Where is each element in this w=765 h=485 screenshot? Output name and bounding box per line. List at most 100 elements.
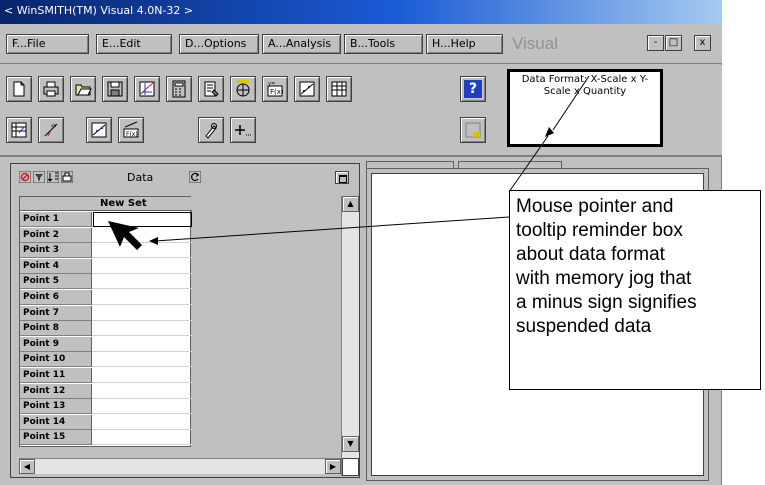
data-cell[interactable] — [93, 415, 192, 430]
svg-text:y=: y= — [268, 81, 275, 87]
table-row: Point 4 — [20, 258, 192, 274]
row-label[interactable]: Point 3 — [20, 243, 92, 259]
table-row: Point 10 — [20, 352, 192, 368]
printer-icon — [43, 81, 59, 97]
row-label[interactable]: Point 4 — [20, 258, 92, 274]
filter-icon[interactable] — [33, 171, 45, 183]
data-cell[interactable] — [93, 228, 192, 243]
data-grid: New Set Point 1 Point 2 Point 3 Point 4 Poin… — [19, 196, 192, 447]
scroll-right-arrow-icon[interactable]: ▶ — [325, 459, 341, 474]
restore-button[interactable]: □ — [665, 35, 682, 51]
row-label[interactable]: Point 12 — [20, 383, 92, 399]
data-cell[interactable] — [93, 430, 192, 445]
globe-button[interactable] — [230, 76, 256, 102]
row-label[interactable]: Point 7 — [20, 305, 92, 321]
print-button[interactable] — [38, 76, 64, 102]
note-button[interactable] — [460, 117, 486, 143]
scroll-down-arrow-icon[interactable]: ▼ — [342, 436, 359, 452]
calculator-button[interactable] — [166, 76, 192, 102]
data-cell[interactable] — [93, 274, 192, 289]
refresh-icon[interactable] — [189, 171, 201, 183]
data-cell[interactable] — [93, 368, 192, 383]
fit-button[interactable] — [294, 76, 320, 102]
new-file-button[interactable] — [6, 76, 32, 102]
function-plot-button[interactable]: F(x) — [118, 117, 144, 143]
annotation-callout: Mouse pointer and tooltip reminder box a… — [509, 190, 761, 390]
minimize-button[interactable]: - — [647, 35, 664, 51]
grid-header: New Set — [20, 197, 192, 211]
row-label[interactable]: Point 8 — [20, 321, 92, 337]
menu-analysis[interactable]: A...Analysis — [262, 34, 341, 54]
line-plot-button[interactable]: ab — [38, 117, 64, 143]
table-row: Point 12 — [20, 383, 192, 399]
data-cell[interactable] — [93, 290, 192, 305]
note-icon — [465, 122, 481, 138]
close-button[interactable]: x — [694, 35, 711, 51]
menu-bar: F...File E...Edit D...Options A...Analys… — [0, 24, 722, 64]
data-panel-toolbar: Data — [11, 164, 359, 192]
grid-data-button[interactable] — [6, 117, 32, 143]
table-row: Point 7 — [20, 305, 192, 321]
menu-help[interactable]: H...Help — [426, 34, 503, 54]
menu-options[interactable]: D...Options — [179, 34, 259, 54]
data-cell[interactable] — [93, 243, 192, 258]
row-label[interactable]: Point 11 — [20, 368, 92, 383]
row-label[interactable]: Point 9 — [20, 336, 92, 352]
table-row: Point 1 — [20, 212, 192, 227]
menu-file[interactable]: F...File — [6, 34, 89, 54]
table-button[interactable] — [326, 76, 352, 102]
help-icon: ? — [464, 80, 482, 98]
save-button[interactable] — [102, 76, 128, 102]
menu-edit[interactable]: E...Edit — [96, 34, 172, 54]
report-button[interactable] — [198, 76, 224, 102]
row-label[interactable]: Point 13 — [20, 399, 92, 415]
data-cell[interactable] — [93, 306, 192, 321]
row-label[interactable]: Point 14 — [20, 414, 92, 430]
menu-tools[interactable]: B...Tools — [344, 34, 423, 54]
row-label[interactable]: Point 1 — [20, 212, 92, 227]
data-cell[interactable] — [93, 321, 192, 336]
data-panel-maximize-button[interactable] — [335, 171, 349, 184]
help-button[interactable]: ? — [460, 76, 486, 102]
svg-text:ab: ab — [51, 123, 56, 128]
vertical-scrollbar[interactable]: ▲ ▼ — [341, 196, 359, 476]
fit-chart-icon — [299, 81, 315, 97]
plot-button[interactable] — [134, 76, 160, 102]
data-cell[interactable] — [93, 212, 192, 227]
row-label[interactable]: Point 6 — [20, 290, 92, 305]
grid-data-icon — [11, 122, 27, 138]
callout-line-2: tooltip reminder box — [516, 220, 683, 241]
title-bar[interactable]: < WinSMITH(TM) Visual 4.0N-32 > — [0, 0, 722, 24]
horizontal-scrollbar[interactable]: ◀ ▶ — [19, 458, 341, 474]
function-button[interactable]: F(x) y= — [262, 76, 288, 102]
function-plot-icon: F(x) — [123, 121, 139, 138]
column-header-new-set[interactable]: New Set — [100, 197, 147, 211]
data-cell[interactable] — [93, 399, 192, 414]
data-format-tooltip: Data Format: X-Scale x Y-Scale x Quantit… — [507, 69, 663, 147]
scroll-left-arrow-icon[interactable]: ◀ — [19, 459, 35, 474]
probe-button[interactable] — [198, 117, 224, 143]
row-label[interactable]: Point 15 — [20, 430, 92, 446]
data-cell[interactable] — [93, 337, 192, 352]
callout-line-5: a minus sign signifies — [516, 292, 697, 313]
row-label[interactable]: Point 10 — [20, 352, 92, 368]
suspend-icon[interactable] — [19, 171, 31, 183]
print-data-icon[interactable] — [61, 171, 73, 183]
row-label[interactable]: Point 2 — [20, 227, 92, 243]
data-cell[interactable] — [93, 352, 192, 367]
data-cell[interactable] — [93, 384, 192, 399]
globe-icon — [236, 80, 250, 97]
scatter-button[interactable] — [86, 117, 112, 143]
row-label[interactable]: Point 5 — [20, 274, 92, 290]
table-row: Point 11 — [20, 368, 192, 383]
add-button[interactable] — [230, 117, 256, 143]
data-cell[interactable] — [93, 259, 192, 274]
table-row: Point 6 — [20, 290, 192, 305]
scroll-up-arrow-icon[interactable]: ▲ — [342, 196, 359, 212]
plus-icon — [235, 125, 251, 136]
line-plot-icon: ab — [44, 123, 58, 137]
callout-line-1: Mouse pointer and — [516, 196, 674, 217]
report-icon — [204, 81, 219, 97]
open-file-button[interactable] — [70, 76, 96, 102]
sort-icon[interactable] — [47, 171, 59, 183]
